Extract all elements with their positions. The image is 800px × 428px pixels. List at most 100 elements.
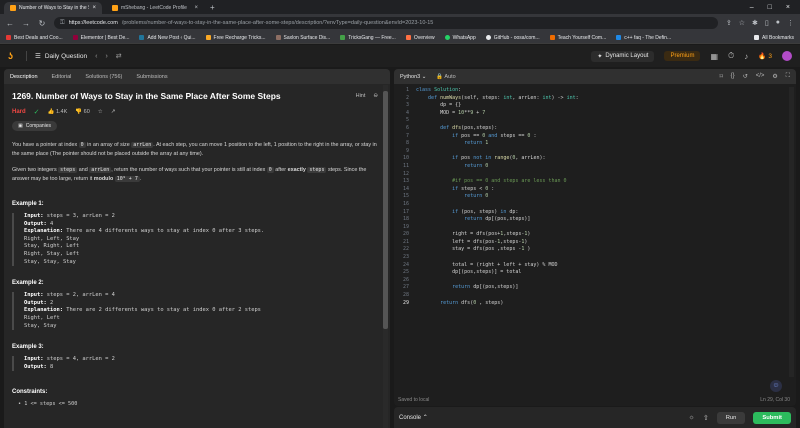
settings-icon[interactable]: ⚙	[772, 73, 777, 80]
reset-icon[interactable]: ↺	[743, 73, 748, 80]
like-button[interactable]: 👍 1.4K	[48, 109, 68, 115]
run-button[interactable]: Run	[716, 411, 746, 424]
timer-reset-icon[interactable]: ⊖	[373, 93, 378, 99]
star-icon[interactable]: ☆	[98, 109, 103, 115]
timer-icon[interactable]: ⏱	[728, 51, 734, 61]
example-block: Input: steps = 3, arrLen = 2 Output: 4 E…	[12, 213, 378, 267]
github-icon	[485, 35, 491, 40]
code-line: 10 if pos not in range(0, arrLen):	[402, 155, 546, 162]
bookmark-favicon-icon	[340, 35, 346, 40]
example-output: 4	[49, 220, 54, 227]
dislike-button[interactable]: 👎 60	[75, 109, 90, 115]
back-icon[interactable]: ←	[6, 19, 14, 28]
editor-scrollbar[interactable]	[789, 87, 794, 377]
example-explanation: There are 2 differents ways to stay at i…	[66, 307, 261, 314]
streak-count: 3	[768, 52, 772, 60]
maximize-icon[interactable]: □	[768, 4, 772, 11]
menu-icon[interactable]: ⋮	[787, 19, 794, 27]
daily-question-link[interactable]: ☰ Daily Question	[35, 52, 88, 61]
upload-icon[interactable]: ⇧	[703, 414, 709, 422]
window-close-icon[interactable]: ×	[786, 4, 790, 11]
close-icon[interactable]: ×	[194, 5, 198, 11]
daily-question-label: Daily Question	[44, 52, 88, 60]
bookmarks-bar: Best Deals and Coo... Elementor | Best D…	[0, 32, 800, 44]
code-line: 22 stay = dfs(pos ,steps -1 )	[402, 246, 531, 253]
hint-area: Hint ⊖	[356, 93, 378, 99]
prev-problem-icon[interactable]: ‹	[95, 53, 97, 60]
tab-solutions[interactable]: Solutions (756)	[85, 74, 122, 80]
bookmark-item[interactable]: Elementor | Best De...	[72, 35, 129, 41]
share-icon[interactable]: ↗	[111, 109, 116, 115]
bookmark-item[interactable]: Teach Yourself Com...	[549, 35, 606, 41]
sidebar-icon[interactable]: ▯	[765, 19, 769, 27]
bookmark-item[interactable]: WhatsApp	[444, 35, 476, 41]
hint-button[interactable]: Hint	[356, 93, 366, 99]
bookmark-item[interactable]: c++ faq - The Defin...	[616, 35, 671, 41]
companies-button[interactable]: ▣ Companies	[12, 121, 58, 131]
leetcode-logo-icon[interactable]: ʖ	[8, 51, 18, 61]
input-label: Input:	[24, 292, 44, 299]
bookmark-item[interactable]: Free Recharge Tricks...	[205, 35, 266, 41]
all-bookmarks-button[interactable]: All Bookmarks	[754, 35, 794, 41]
code-editor[interactable]: 1 class Solution: 2 def numWays(self, ste…	[394, 87, 796, 307]
url-field[interactable]: ⚿ https://leetcode.com/problems/number-o…	[54, 17, 718, 29]
bookmark-item[interactable]: Overview	[405, 35, 435, 41]
new-tab-button[interactable]: +	[210, 2, 215, 14]
dynamic-layout-label: Dynamic Layout	[605, 53, 649, 59]
avatar[interactable]	[782, 51, 792, 61]
browser-tab-problem[interactable]: Number of Ways to Stay in the S ×	[4, 2, 102, 14]
notification-bell-icon[interactable]: ♪	[744, 52, 748, 61]
thumbs-up-icon: 👍	[47, 109, 55, 115]
assistant-fab-icon[interactable]: ☺	[770, 380, 782, 392]
close-icon[interactable]: ×	[92, 5, 96, 11]
bookmark-item[interactable]: Best Deals and Coo...	[6, 35, 63, 41]
code-line: 8 return 1	[405, 140, 489, 147]
tab-editorial[interactable]: Editorial	[52, 74, 72, 80]
console-actions: ☼ ⇧ Run Submit	[688, 411, 791, 424]
share-icon[interactable]: ⇪	[726, 19, 732, 27]
minimize-icon[interactable]: –	[750, 4, 754, 11]
grid-menu-icon[interactable]: ▦	[710, 52, 718, 61]
auto-mode-toggle[interactable]: 🔒 Auto	[436, 74, 455, 80]
text: Given two integers	[12, 167, 59, 173]
tab-description[interactable]: Description	[10, 74, 38, 80]
console-toggle[interactable]: Console ⌃	[399, 414, 428, 421]
premium-button[interactable]: Premium	[664, 51, 701, 61]
forward-icon[interactable]: →	[22, 19, 30, 28]
braces-icon[interactable]: {}	[731, 73, 735, 80]
whatsapp-icon	[444, 35, 450, 40]
browser-tab-profile[interactable]: mShebang - LeetCode Profile ×	[106, 2, 204, 14]
page-title: 1269. Number of Ways to Stay in the Same…	[12, 91, 281, 101]
fullscreen-icon[interactable]: ⛶	[786, 73, 790, 80]
next-problem-icon[interactable]: ›	[105, 53, 107, 60]
code-icon[interactable]: </>	[756, 73, 765, 80]
bookmark-item[interactable]: GitHub - oosa/com...	[485, 35, 540, 41]
bookmark-favicon-icon	[72, 35, 78, 40]
dynamic-layout-button[interactable]: ✦ Dynamic Layout	[591, 50, 655, 62]
bookmark-label: Best Deals and Coo...	[14, 34, 63, 41]
text: , return the number of ways such that yo…	[111, 167, 267, 173]
profile-icon[interactable]: ●	[776, 19, 780, 27]
scrollbar-thumb[interactable]	[383, 91, 388, 329]
tab-submissions[interactable]: Submissions	[136, 74, 167, 80]
text: .	[139, 175, 142, 182]
reload-icon[interactable]: ↻	[38, 19, 46, 28]
folder-icon	[754, 35, 760, 40]
code-line: 27 return dp[(pos,steps)]	[402, 284, 519, 291]
description-scrollbar[interactable]	[383, 85, 388, 428]
submit-button[interactable]: Submit	[753, 411, 791, 424]
debug-icon[interactable]: ☼	[688, 414, 694, 421]
bookmark-star-icon[interactable]: ☆	[739, 19, 745, 27]
explanation-line: Stay, Right, Left	[24, 243, 80, 250]
streak-counter[interactable]: 🔥 3	[758, 52, 772, 61]
bookmark-item[interactable]: Add New Post ‹ Qui...	[139, 35, 196, 41]
bookmark-item[interactable]: Saxlon Surface Dis...	[275, 35, 330, 41]
thumbs-down-icon: 👎	[75, 109, 83, 115]
divider	[26, 51, 27, 61]
language-select[interactable]: Python3 ⌄	[400, 74, 426, 80]
extensions-icon[interactable]: ✱	[752, 19, 758, 27]
bookmark-icon[interactable]: ⌑	[720, 73, 723, 80]
shuffle-icon[interactable]: ⇄	[116, 52, 122, 60]
code-line: 19	[402, 223, 409, 230]
bookmark-item[interactable]: TricksGang — Free...	[340, 35, 396, 41]
